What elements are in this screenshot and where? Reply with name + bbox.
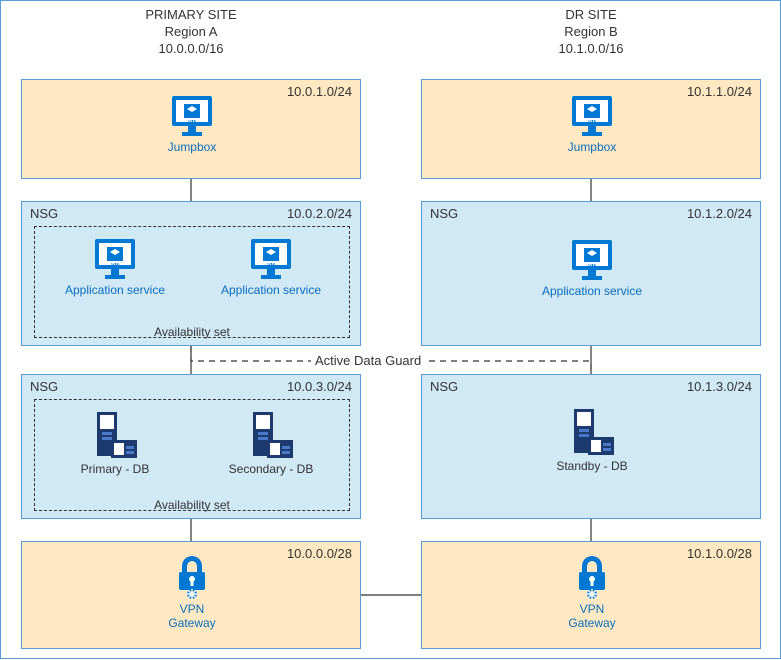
primary-app1-node: VM Application service bbox=[55, 237, 175, 298]
primary-db-nsg: NSG bbox=[30, 379, 58, 394]
dr-jumpbox-cidr: 10.1.1.0/24 bbox=[687, 84, 752, 99]
primary-app-avset-label: Availability set bbox=[35, 325, 349, 339]
db-server-icon bbox=[566, 407, 618, 457]
primary-jumpbox-node: VM Jumpbox bbox=[132, 94, 252, 155]
dr-jumpbox-label: Jumpbox bbox=[532, 141, 652, 155]
vpn-gateway-icon bbox=[569, 554, 615, 600]
dr-app-nsg: NSG bbox=[430, 206, 458, 221]
primary-db-avset: Primary - DB Secondary - DB Availability… bbox=[34, 399, 350, 511]
dr-app-cidr: 10.1.2.0/24 bbox=[687, 206, 752, 221]
primary-jumpbox-cidr: 10.0.1.0/24 bbox=[287, 84, 352, 99]
svg-text:VM: VM bbox=[267, 263, 275, 269]
dr-db-label: Standby - DB bbox=[532, 460, 652, 474]
db-server-icon bbox=[89, 410, 141, 460]
primary-db2-label: Secondary - DB bbox=[211, 463, 331, 477]
dr-cidr: 10.1.0.0/16 bbox=[421, 41, 761, 58]
primary-site-header: PRIMARY SITE Region A 10.0.0.0/16 bbox=[21, 7, 361, 58]
primary-vpn-label1: VPN bbox=[132, 603, 252, 617]
dr-db-node: Standby - DB bbox=[532, 407, 652, 474]
primary-db1-label: Primary - DB bbox=[55, 463, 175, 477]
vpn-gateway-icon bbox=[169, 554, 215, 600]
dr-jumpbox-node: VM Jumpbox bbox=[532, 94, 652, 155]
svg-text:VM: VM bbox=[588, 264, 596, 270]
dr-region: Region B bbox=[421, 24, 761, 41]
primary-vpn-cidr: 10.0.0.0/28 bbox=[287, 546, 352, 561]
primary-vpn-label2: Gateway bbox=[132, 617, 252, 631]
primary-app2-node: VM Application service bbox=[211, 237, 331, 298]
primary-db1-node: Primary - DB bbox=[55, 410, 175, 477]
diagram-canvas: PRIMARY SITE Region A 10.0.0.0/16 DR SIT… bbox=[0, 0, 781, 659]
primary-db-zone: NSG 10.0.3.0/24 Primary - DB Secondary -… bbox=[21, 374, 361, 519]
vm-icon: VM bbox=[249, 237, 293, 281]
db-server-icon bbox=[245, 410, 297, 460]
primary-app1-label: Application service bbox=[55, 284, 175, 298]
primary-app-zone: NSG 10.0.2.0/24 VM Application service V… bbox=[21, 201, 361, 346]
primary-app-nsg: NSG bbox=[30, 206, 58, 221]
dr-vpn-node: VPN Gateway bbox=[532, 554, 652, 631]
primary-vpn-zone: 10.0.0.0/28 VPN Gateway bbox=[21, 541, 361, 649]
primary-app2-label: Application service bbox=[211, 284, 331, 298]
svg-text:VM: VM bbox=[588, 120, 596, 126]
primary-db-cidr: 10.0.3.0/24 bbox=[287, 379, 352, 394]
svg-text:VM: VM bbox=[111, 263, 119, 269]
dr-db-nsg: NSG bbox=[430, 379, 458, 394]
primary-jumpbox-zone: 10.0.1.0/24 VM Jumpbox bbox=[21, 79, 361, 179]
dr-app-node: VM Application service bbox=[532, 238, 652, 299]
dr-title: DR SITE bbox=[421, 7, 761, 24]
vm-icon: VM bbox=[570, 94, 614, 138]
vm-icon: VM bbox=[93, 237, 137, 281]
primary-jumpbox-label: Jumpbox bbox=[132, 141, 252, 155]
dr-vpn-label2: Gateway bbox=[532, 617, 652, 631]
primary-app-avset: VM Application service VM Application se… bbox=[34, 226, 350, 338]
dr-jumpbox-zone: 10.1.1.0/24 VM Jumpbox bbox=[421, 79, 761, 179]
vm-icon: VM bbox=[170, 94, 214, 138]
dr-vpn-zone: 10.1.0.0/28 VPN Gateway bbox=[421, 541, 761, 649]
primary-app-cidr: 10.0.2.0/24 bbox=[287, 206, 352, 221]
dr-vpn-cidr: 10.1.0.0/28 bbox=[687, 546, 752, 561]
primary-cidr: 10.0.0.0/16 bbox=[21, 41, 361, 58]
dr-app-zone: NSG 10.1.2.0/24 VM Application service bbox=[421, 201, 761, 346]
vm-icon: VM bbox=[570, 238, 614, 282]
dr-vpn-label1: VPN bbox=[532, 603, 652, 617]
dr-db-cidr: 10.1.3.0/24 bbox=[687, 379, 752, 394]
dr-site-header: DR SITE Region B 10.1.0.0/16 bbox=[421, 7, 761, 58]
primary-region: Region A bbox=[21, 24, 361, 41]
svg-text:VM: VM bbox=[188, 120, 196, 126]
primary-db-avset-label: Availability set bbox=[35, 498, 349, 512]
primary-vpn-node: VPN Gateway bbox=[132, 554, 252, 631]
primary-db2-node: Secondary - DB bbox=[211, 410, 331, 477]
active-data-guard-label: Active Data Guard bbox=[311, 353, 425, 368]
dr-app-label: Application service bbox=[532, 285, 652, 299]
dr-db-zone: NSG 10.1.3.0/24 Standby - DB bbox=[421, 374, 761, 519]
primary-title: PRIMARY SITE bbox=[21, 7, 361, 24]
